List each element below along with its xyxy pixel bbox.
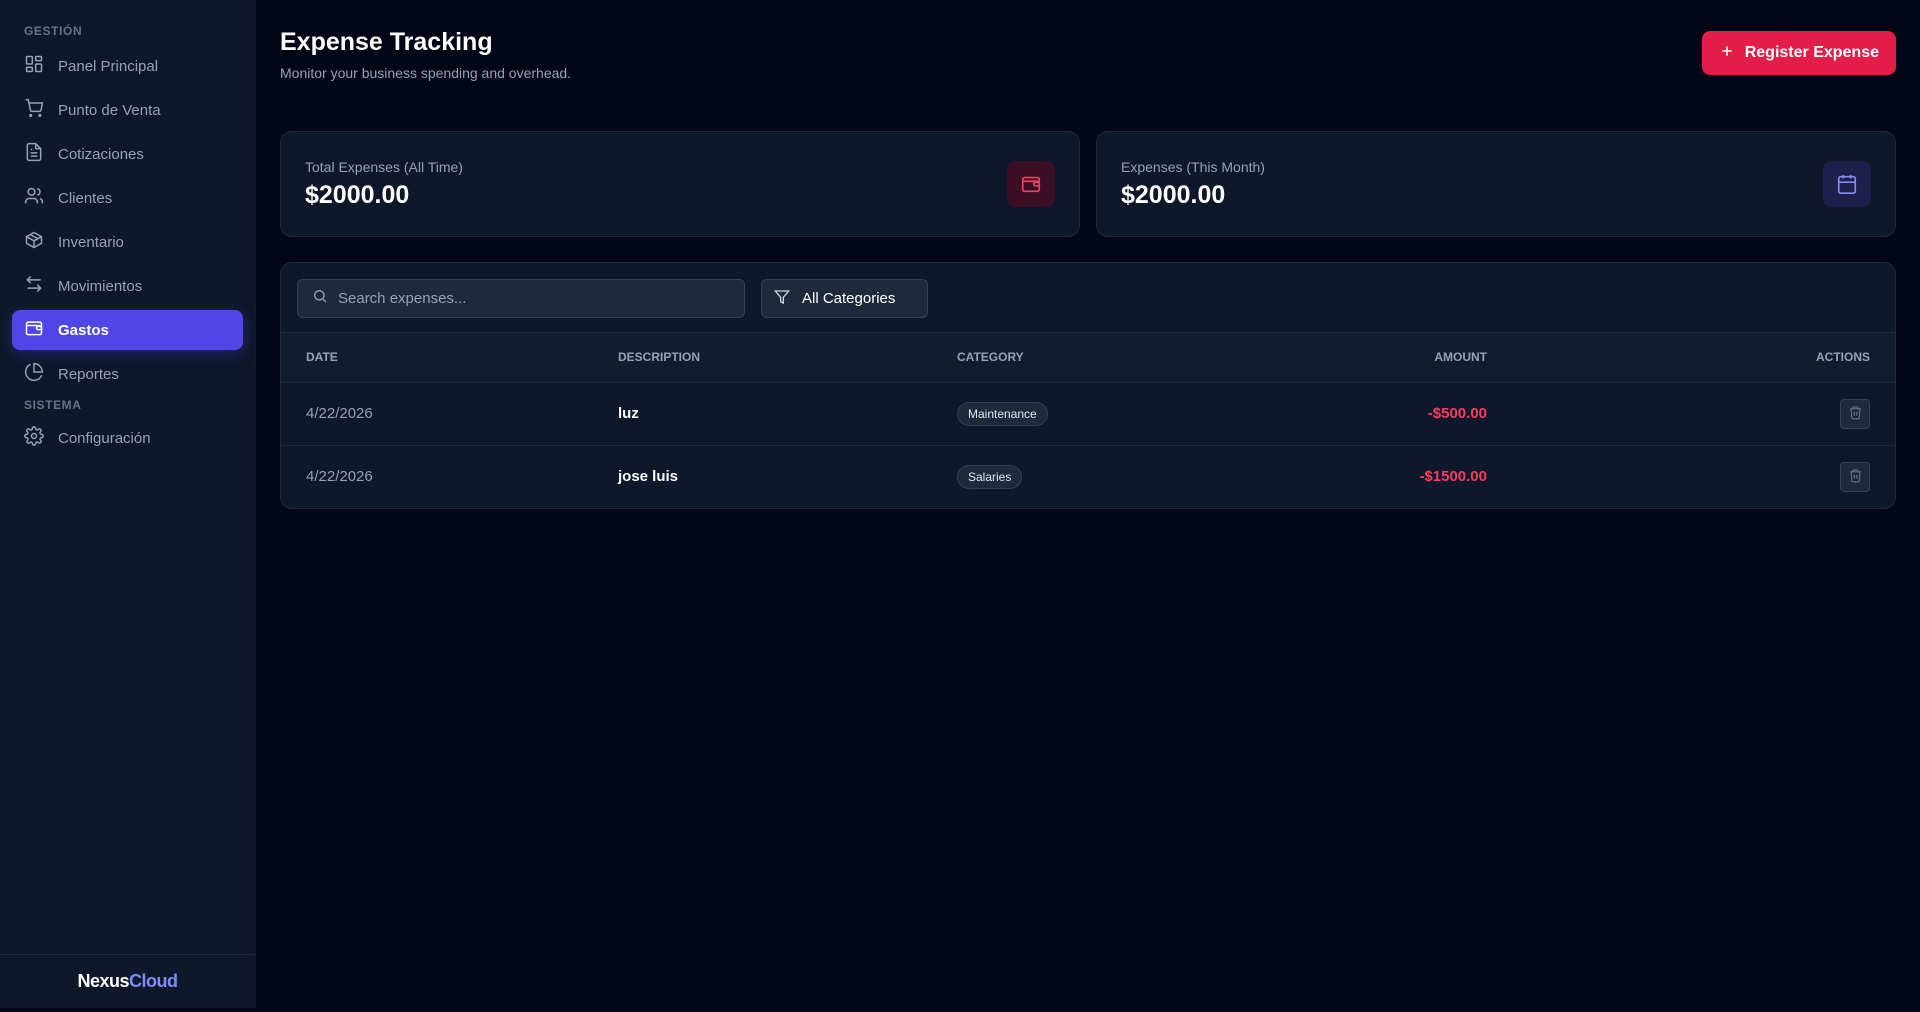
sidebar-item-gastos[interactable]: Gastos [12, 310, 243, 350]
cell-amount: -$1500.00 [1419, 468, 1487, 486]
search-input[interactable] [338, 290, 730, 307]
page-title: Expense Tracking [280, 28, 493, 56]
trash-icon [1848, 405, 1863, 423]
table-header: DATE DESCRIPTION CATEGORY AMOUNT ACTIONS [281, 333, 1895, 382]
page-header: Expense Tracking Monitor your business s… [280, 26, 1896, 105]
sidebar-nav: GESTIÓN Panel Principal Punto de Venta C… [0, 0, 255, 954]
cell-description: jose luis [618, 468, 679, 486]
search-icon [312, 288, 328, 309]
stat-label: Expenses (This Month) [1121, 158, 1265, 175]
document-icon [24, 142, 44, 166]
search-box [297, 279, 745, 318]
users-icon [24, 186, 44, 210]
category-filter-select[interactable]: All Categories [761, 279, 928, 318]
cell-category: Salaries [932, 445, 1262, 508]
box-icon [24, 230, 44, 254]
sidebar-item-label: Inventario [58, 233, 124, 251]
cell-date: 4/22/2026 [306, 405, 373, 422]
calendar-icon [1823, 161, 1871, 207]
stat-label: Total Expenses (All Time) [305, 158, 463, 175]
brand-logo: Nexus Cloud [0, 954, 255, 1008]
register-expense-button[interactable]: Register Expense [1701, 31, 1896, 75]
page-heading: Expense Tracking Monitor your business s… [280, 26, 571, 81]
wallet-icon [24, 318, 44, 342]
sidebar-item-configuracion[interactable]: Configuración [12, 418, 243, 458]
delete-expense-button[interactable] [1840, 461, 1870, 492]
sidebar-item-clientes[interactable]: Clientes [12, 178, 243, 218]
sidebar-item-punto-de-venta[interactable]: Punto de Venta [12, 90, 243, 130]
sidebar-item-movimientos[interactable]: Movimientos [12, 266, 243, 306]
stat-text: Total Expenses (All Time) $2000.00 [305, 159, 463, 210]
sidebar-item-panel-principal[interactable]: Panel Principal [12, 46, 243, 86]
sidebar-item-label: Punto de Venta [58, 101, 161, 119]
gear-icon [24, 426, 44, 450]
filter-icon [773, 289, 791, 309]
column-header-amount: AMOUNT [1434, 350, 1487, 365]
cart-icon [24, 98, 44, 122]
cell-amount: -$500.00 [1427, 405, 1487, 422]
table-row: 4/22/2026 luz Maintenance -$500.00 [281, 382, 1895, 445]
category-badge: Maintenance [957, 401, 1048, 426]
stat-text: Expenses (This Month) $2000.00 [1121, 159, 1265, 210]
register-expense-label: Register Expense [1744, 44, 1879, 61]
sidebar: GESTIÓN Panel Principal Punto de Venta C… [0, 0, 256, 1008]
table-row: 4/22/2026 jose luis Salaries -$1500.00 [281, 445, 1895, 508]
arrows-icon [24, 274, 44, 298]
sidebar-item-label: Gastos [58, 321, 109, 339]
cell-category: Maintenance [932, 382, 1262, 445]
sidebar-item-cotizaciones[interactable]: Cotizaciones [12, 134, 243, 174]
sidebar-item-label: Reportes [58, 365, 119, 383]
stat-card-month: Expenses (This Month) $2000.00 [1096, 131, 1896, 237]
wallet-icon [1007, 161, 1055, 207]
stat-card-total: Total Expenses (All Time) $2000.00 [280, 131, 1080, 237]
dashboard-icon [24, 54, 44, 78]
sidebar-item-inventario[interactable]: Inventario [12, 222, 243, 262]
delete-expense-button[interactable] [1840, 398, 1870, 429]
table-toolbar: All Categories [281, 263, 1895, 333]
page-subtitle: Monitor your business spending and overh… [280, 65, 572, 81]
category-badge: Salaries [957, 464, 1023, 489]
brand-name-part2: Cloud [129, 971, 178, 991]
main-content: Expense Tracking Monitor your business s… [256, 0, 1920, 1008]
stat-value: $2000.00 [1121, 180, 1226, 209]
sidebar-item-label: Movimientos [58, 277, 143, 295]
app-root: GESTIÓN Panel Principal Punto de Venta C… [0, 0, 1920, 1008]
category-filter-value: All Categories [802, 290, 896, 307]
sidebar-item-label: Clientes [58, 189, 113, 207]
cell-date: 4/22/2026 [306, 468, 373, 486]
cell-actions [1512, 382, 1895, 445]
sidebar-item-label: Cotizaciones [58, 145, 144, 163]
expenses-table: DATE DESCRIPTION CATEGORY AMOUNT ACTIONS… [281, 333, 1895, 508]
column-header-category: CATEGORY [957, 350, 1024, 365]
sidebar-item-label: Configuración [58, 429, 151, 447]
brand-name-part1: Nexus [77, 971, 130, 991]
sidebar-item-label: Panel Principal [58, 57, 159, 75]
table-header-row: DATE DESCRIPTION CATEGORY AMOUNT ACTIONS [281, 333, 1895, 382]
stat-value: $2000.00 [305, 180, 410, 209]
trash-icon [1848, 468, 1863, 486]
stats-row: Total Expenses (All Time) $2000.00 Expen… [280, 131, 1896, 237]
cell-actions [1512, 445, 1895, 508]
sidebar-item-reportes[interactable]: Reportes [12, 354, 243, 394]
expenses-table-card: All Categories DATE DESCRIPTION CATEGORY… [280, 262, 1896, 509]
plus-icon [1719, 43, 1735, 64]
table-body: 4/22/2026 luz Maintenance -$500.00 4/22/… [281, 382, 1895, 508]
column-header-actions: ACTIONS [1816, 350, 1870, 365]
cell-description: luz [618, 405, 639, 422]
column-header-date: DATE [306, 350, 338, 365]
section-label-system: SISTEMA [24, 398, 82, 412]
pie-chart-icon [24, 362, 44, 386]
section-label-management: GESTIÓN [24, 24, 83, 38]
column-header-description: DESCRIPTION [618, 350, 701, 365]
